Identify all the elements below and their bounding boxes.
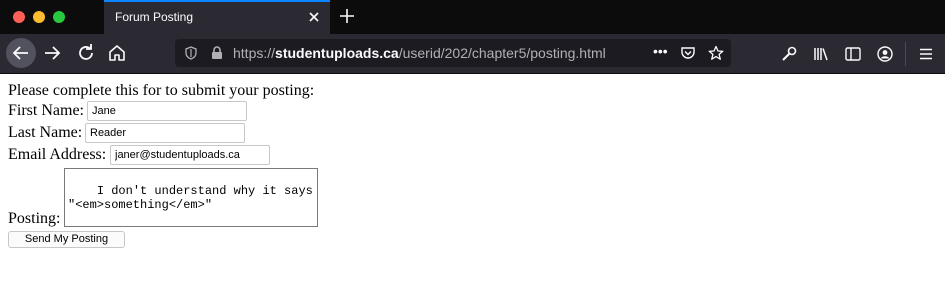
posting-textarea[interactable]: I don't understand why it says "<em>some… — [64, 168, 318, 227]
first-name-field[interactable] — [87, 101, 247, 121]
page-actions-icon[interactable]: ••• — [653, 43, 673, 59]
close-window-button[interactable] — [13, 11, 25, 23]
lock-icon[interactable] — [209, 45, 225, 61]
last-name-field[interactable] — [85, 123, 245, 143]
send-posting-button[interactable]: Send My Posting — [8, 231, 125, 248]
nav-bar: https://studentuploads.ca/userid/202/cha… — [0, 34, 945, 74]
pocket-icon[interactable] — [680, 45, 696, 61]
browser-tab[interactable]: Forum Posting — [104, 0, 330, 34]
first-name-label: First Name: — [8, 102, 84, 119]
home-button[interactable] — [104, 40, 130, 66]
wrench-icon[interactable] — [780, 45, 798, 63]
new-tab-icon[interactable] — [338, 7, 356, 25]
minimize-window-button[interactable] — [33, 11, 45, 23]
email-label: Email Address: — [8, 146, 107, 163]
shield-icon[interactable] — [183, 45, 199, 61]
last-name-label: Last Name: — [8, 124, 83, 141]
back-button[interactable] — [6, 38, 36, 68]
library-icon[interactable] — [812, 45, 830, 63]
resize-grip-icon[interactable] — [306, 215, 316, 225]
posting-label: Posting: — [8, 210, 61, 227]
toolbar-divider — [905, 42, 906, 66]
star-bookmark-icon[interactable] — [708, 45, 724, 61]
reload-button[interactable] — [73, 40, 99, 66]
close-tab-icon[interactable] — [307, 10, 321, 24]
email-field[interactable] — [110, 145, 270, 165]
form-intro: Please complete this for to submit your … — [8, 82, 315, 99]
address-bar[interactable]: https://studentuploads.ca/userid/202/cha… — [175, 39, 731, 67]
menu-icon[interactable] — [917, 45, 935, 63]
account-icon[interactable] — [876, 45, 894, 63]
tab-title: Forum Posting — [115, 10, 194, 24]
sidebar-icon[interactable] — [844, 45, 862, 63]
url-host: studentuploads.ca — [275, 45, 399, 61]
url-path: /userid/202/chapter5/posting.html — [398, 45, 606, 61]
zoom-window-button[interactable] — [53, 11, 65, 23]
url-scheme: https:// — [233, 45, 276, 61]
tab-bar: Forum Posting — [0, 0, 945, 34]
forward-button[interactable] — [40, 40, 66, 66]
url-text: https://studentuploads.ca/userid/202/cha… — [233, 45, 606, 61]
posting-text: I don't understand why it says "<em>some… — [68, 184, 313, 212]
